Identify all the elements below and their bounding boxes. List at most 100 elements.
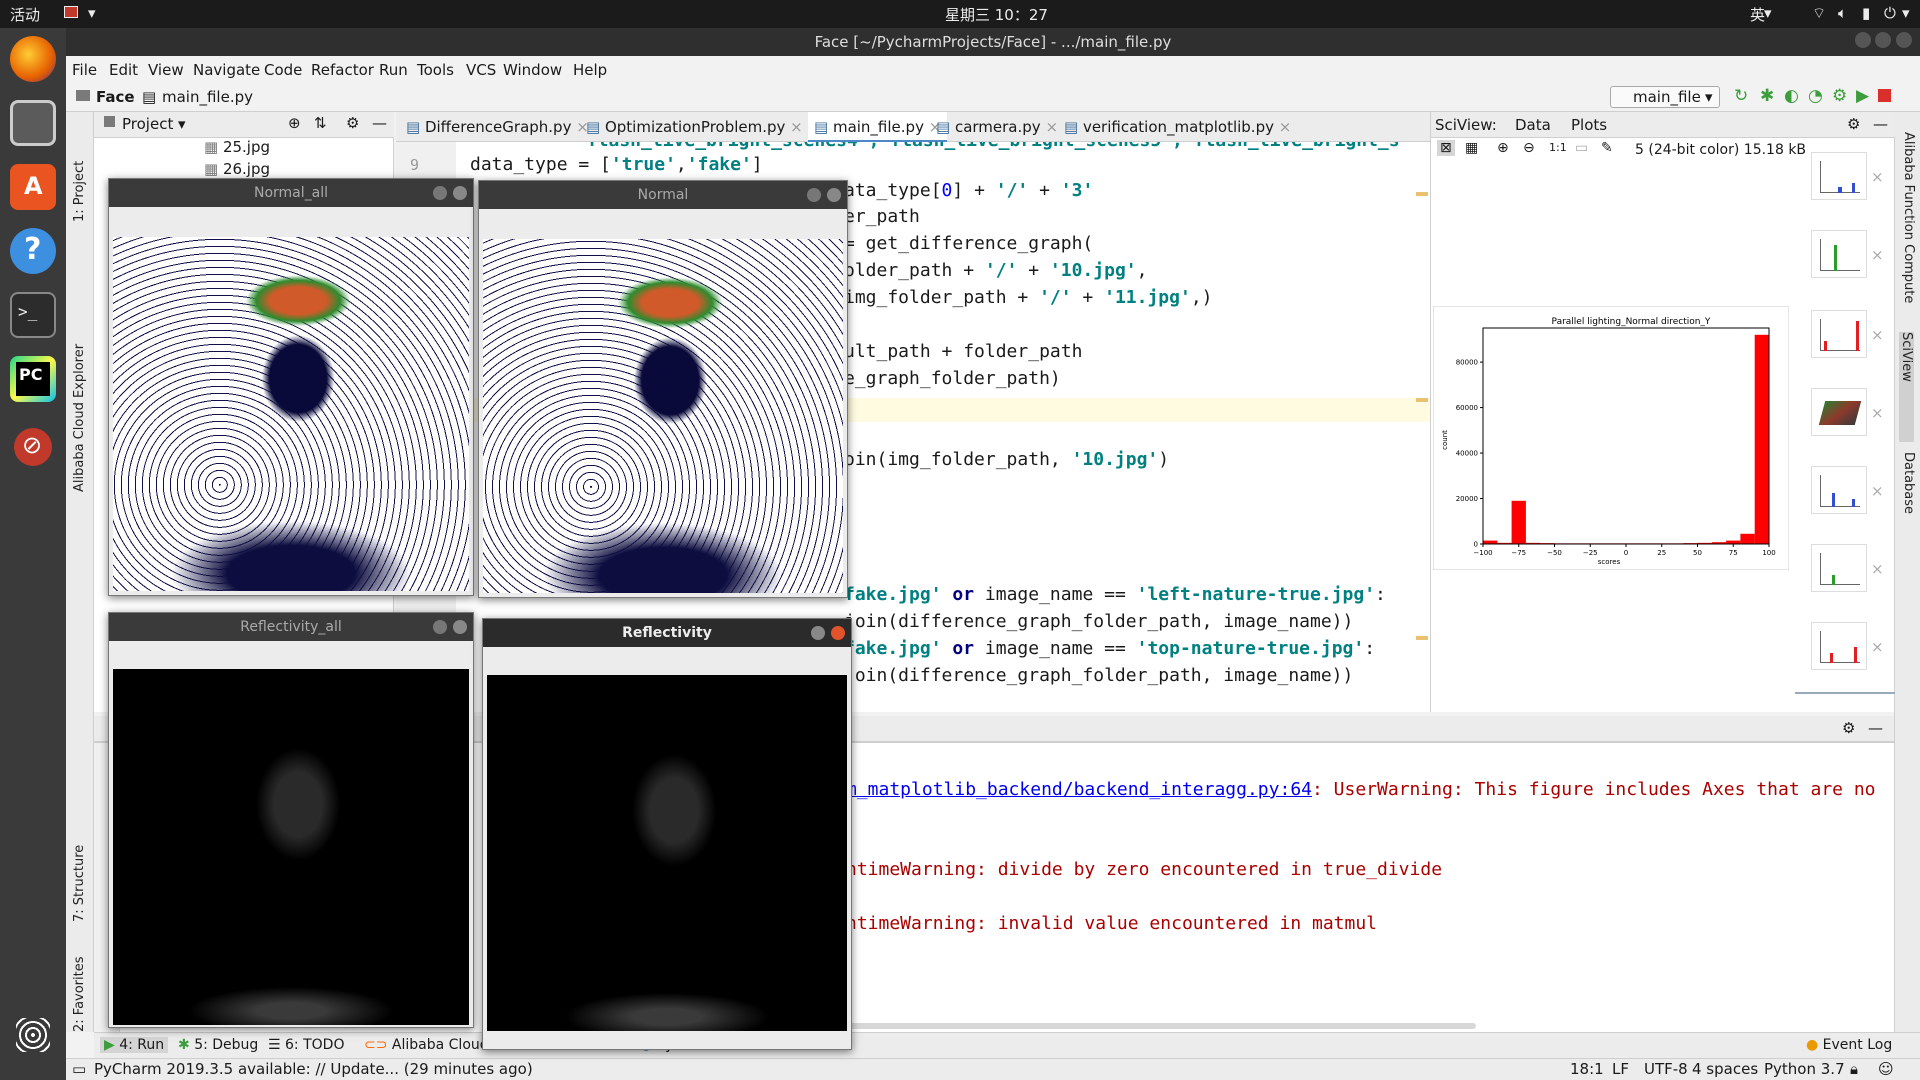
clock[interactable]: 星期三 10：27 xyxy=(945,4,1048,25)
window-title[interactable]: Normal_all xyxy=(109,179,473,207)
image-window-normal[interactable]: Normal xyxy=(478,180,848,598)
maximize-window-button[interactable] xyxy=(1875,32,1891,48)
menu-window[interactable]: Window xyxy=(503,61,562,79)
histogram-plot[interactable]: Parallel lighting_Normal direction_Y sco… xyxy=(1433,306,1789,570)
software-center-icon[interactable]: A xyxy=(10,164,56,210)
zoom-in-icon[interactable]: ⊕ xyxy=(1497,140,1509,156)
close-icon[interactable]: × xyxy=(1274,118,1292,136)
alibaba-explorer-tool-button[interactable]: Alibaba Cloud Explorer xyxy=(72,222,87,492)
tab-carmera[interactable]: ▤ carmera.py × xyxy=(936,118,1058,136)
run-config-select[interactable]: main_file ▾ xyxy=(1610,86,1720,108)
function-compute-tool-button[interactable]: Alibaba Function Compute xyxy=(1901,132,1916,332)
close-window-button[interactable] xyxy=(831,626,845,640)
close-icon[interactable]: × xyxy=(1871,326,1884,344)
close-icon[interactable]: × xyxy=(1871,482,1884,500)
favorites-tool-button[interactable]: 2: Favorites xyxy=(72,932,87,1032)
tab-run[interactable]: ▶ 4: Run xyxy=(100,1037,169,1053)
close-icon[interactable]: × xyxy=(1871,638,1884,656)
menu-view[interactable]: View xyxy=(148,61,184,79)
gear-icon[interactable]: ⚙ xyxy=(346,114,359,132)
menu-tools[interactable]: Tools xyxy=(417,61,454,79)
tab-verification-matplotlib[interactable]: ▤ verification_matplotlib.py × xyxy=(1064,118,1291,136)
menu-run[interactable]: Run xyxy=(379,61,408,79)
lock-icon[interactable]: 🔒︎ xyxy=(1850,1060,1858,1078)
files-icon[interactable] xyxy=(10,100,56,146)
tab-difference-graph[interactable]: ▤ DifferenceGraph.py × xyxy=(406,118,589,136)
file-encoding[interactable]: UTF-8 xyxy=(1644,1060,1688,1078)
scroll-marker[interactable] xyxy=(1416,636,1428,640)
database-tool-button[interactable]: Database xyxy=(1901,452,1916,552)
hide-icon[interactable]: — xyxy=(1868,719,1883,737)
minimize-window-button[interactable] xyxy=(1855,32,1871,48)
tab-optimization-problem[interactable]: ▤ OptimizationProblem.py × xyxy=(586,118,803,136)
chevron-down-icon[interactable]: ▾ xyxy=(1764,4,1772,22)
close-window-button[interactable] xyxy=(827,188,841,202)
blocked-app-icon[interactable]: ⊘ xyxy=(14,428,52,466)
chevron-down-icon[interactable]: ▾ xyxy=(1902,4,1910,22)
power-icon[interactable]: ⏻ xyxy=(1884,4,1896,22)
battery-icon[interactable]: ▮ xyxy=(1862,4,1870,22)
minimize-window-button[interactable] xyxy=(811,626,825,640)
attach-icon[interactable]: ▶ xyxy=(1856,86,1869,106)
coverage-icon[interactable]: ◐ xyxy=(1784,86,1799,106)
app-indicator-icon[interactable] xyxy=(64,6,78,18)
traceback-link[interactable]: m_matplotlib_backend/backend_interagg.py… xyxy=(846,779,1312,800)
debug-icon[interactable]: ✱ xyxy=(1760,86,1774,106)
menu-code[interactable]: Code xyxy=(264,61,302,79)
horizontal-scrollbar[interactable] xyxy=(846,1023,1476,1029)
color-picker-icon[interactable]: ✎ xyxy=(1601,140,1613,156)
plot-thumbnail[interactable] xyxy=(1811,622,1867,670)
menu-navigate[interactable]: Navigate xyxy=(193,61,260,79)
activities-button[interactable]: 活动 xyxy=(10,4,40,25)
chevron-down-icon[interactable]: ▾ xyxy=(88,4,96,22)
tree-item[interactable]: ▦ 26.jpg xyxy=(204,160,270,178)
plot-thumbnail[interactable] xyxy=(1811,310,1867,358)
inspector-icon[interactable]: ☺ xyxy=(1878,1060,1894,1078)
plot-thumbnail[interactable] xyxy=(1811,152,1867,200)
close-icon[interactable]: × xyxy=(1871,246,1884,264)
hide-icon[interactable]: — xyxy=(1873,115,1888,133)
menu-help[interactable]: Help xyxy=(573,61,607,79)
structure-tool-button[interactable]: 7: Structure xyxy=(72,812,87,922)
image-window-reflectivity-all[interactable]: Reflectivity_all xyxy=(108,612,474,1028)
scroll-marker[interactable] xyxy=(1416,192,1428,196)
zoom-out-icon[interactable]: ⊖ xyxy=(1523,140,1535,156)
sciview-tool-button[interactable]: SciView xyxy=(1899,332,1914,442)
scroll-marker[interactable] xyxy=(1416,398,1428,402)
show-apps-icon[interactable] xyxy=(16,1018,50,1052)
minimize-window-button[interactable] xyxy=(807,188,821,202)
tab-data[interactable]: Data xyxy=(1515,116,1551,134)
chevron-down-icon[interactable]: ▾ xyxy=(178,115,186,133)
indent-setting[interactable]: 4 spaces xyxy=(1692,1060,1758,1078)
locate-icon[interactable]: ⊕ xyxy=(288,114,301,132)
scroll-indicator[interactable] xyxy=(1795,692,1895,694)
terminal-icon[interactable]: >_ xyxy=(10,292,56,338)
image-window-normal-all[interactable]: Normal_all xyxy=(108,178,474,596)
window-title[interactable]: Reflectivity_all xyxy=(109,613,473,641)
wifi-icon[interactable]: ⌔ xyxy=(1812,4,1826,23)
menu-edit[interactable]: Edit xyxy=(109,61,138,79)
input-method-indicator[interactable]: 英 xyxy=(1750,4,1765,25)
rerun-icon[interactable]: ↻ xyxy=(1734,86,1748,106)
plot-thumbnail[interactable] xyxy=(1811,466,1867,514)
close-icon[interactable]: × xyxy=(1871,560,1884,578)
tree-item[interactable]: ▦ 25.jpg xyxy=(204,138,270,156)
actual-size-button[interactable]: 1:1 xyxy=(1549,141,1567,154)
minimize-window-button[interactable] xyxy=(433,620,447,634)
firefox-icon[interactable] xyxy=(10,36,56,82)
interpreter[interactable]: Python 3.7 xyxy=(1764,1060,1845,1078)
minimize-window-button[interactable] xyxy=(433,186,447,200)
fit-icon[interactable]: ⊠ xyxy=(1437,140,1455,156)
volume-icon[interactable]: 🔈︎ xyxy=(1838,4,1847,22)
close-icon[interactable]: × xyxy=(1871,168,1884,186)
tab-main-file[interactable]: ▤ main_file.py × xyxy=(808,112,948,143)
tab-todo[interactable]: ☰ 6: TODO xyxy=(268,1037,344,1053)
status-icon[interactable]: ▭ xyxy=(72,1060,86,1078)
plot-thumbnail[interactable] xyxy=(1811,544,1867,592)
close-window-button[interactable] xyxy=(453,620,467,634)
concurrency-icon[interactable]: ⚙ xyxy=(1832,86,1847,106)
window-title[interactable]: Normal xyxy=(479,181,847,209)
project-tool-button[interactable]: 1: Project xyxy=(72,122,87,222)
status-message[interactable]: PyCharm 2019.3.5 available: // Update...… xyxy=(94,1060,533,1078)
tab-debug[interactable]: ✱ 5: Debug xyxy=(178,1037,258,1053)
